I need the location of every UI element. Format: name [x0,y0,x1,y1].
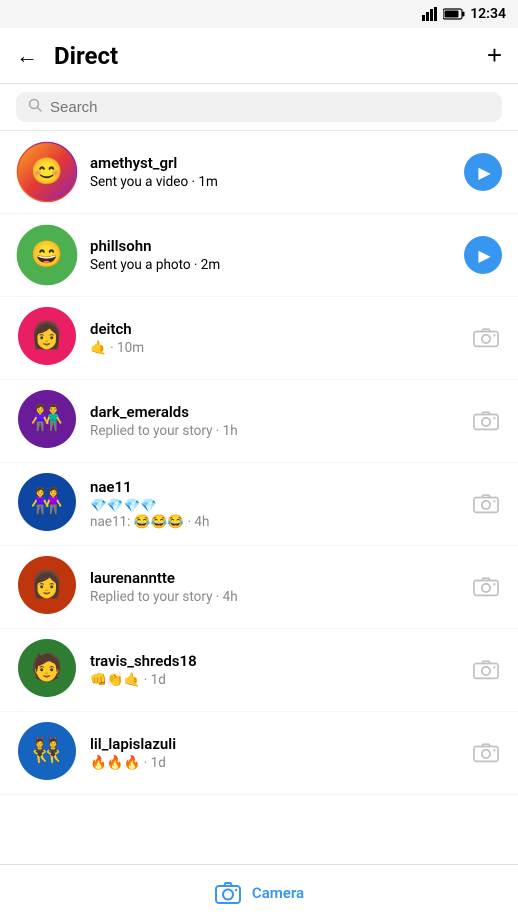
message-username: phillsohn [90,237,464,255]
camera-icon [473,408,499,434]
message-preview: 👊👏🤙 · 1d [90,672,470,688]
message-content: travis_shreds18 👊👏🤙 · 1d [90,652,470,688]
search-bar [0,84,518,131]
avatar: 👫 [18,390,76,448]
avatar: 🧑 [18,639,76,697]
search-wrapper [16,92,502,122]
avatar-wrapper: 👫 [16,390,78,452]
signal-icon [422,7,438,21]
message-preview-line1: 💎💎💎💎 [90,498,470,514]
list-item[interactable]: 👯 lil_lapislazuli 🔥🔥🔥 · 1d [0,712,518,795]
avatar-wrapper: 😊 [16,141,78,203]
header: ← Direct + [0,28,518,84]
new-message-button[interactable]: + [487,40,502,71]
camera-icon [473,657,499,683]
camera-button[interactable] [470,571,502,603]
search-input[interactable] [50,99,490,116]
avatar: 😄 [18,226,76,284]
avatar-wrapper: 👩 [16,307,78,369]
camera-icon [473,574,499,600]
message-preview: Sent you a video · 1m [90,174,464,190]
message-username: amethyst_grl [90,154,464,172]
list-item[interactable]: 😊 amethyst_grl Sent you a video · 1m ▶ [0,131,518,214]
status-bar: 12:34 [0,0,518,28]
back-button[interactable]: ← [16,43,38,69]
message-username: lil_lapislazuli [90,735,470,753]
list-item[interactable]: 👫 dark_emeralds Replied to your story · … [0,380,518,463]
status-time: 12:34 [470,6,506,22]
battery-icon [443,8,465,20]
avatar: 👩 [18,307,76,365]
camera-icon [473,325,499,351]
avatar-wrapper: 🧑 [16,639,78,701]
play-button[interactable]: ▶ [464,236,502,274]
message-preview: Replied to your story · 4h [90,589,470,605]
avatar-wrapper: 👯 [16,722,78,784]
avatar: 👯 [18,722,76,780]
message-username: deitch [90,320,470,338]
message-preview: Sent you a photo · 2m [90,257,464,273]
avatar-wrapper: 👭 [16,473,78,535]
message-content: phillsohn Sent you a photo · 2m [90,237,464,273]
avatar-wrapper: 👩 [16,556,78,618]
message-list: 😊 amethyst_grl Sent you a video · 1m ▶ 😄… [0,131,518,795]
message-preview: 🤙 · 10m [90,340,470,356]
camera-button[interactable] [470,654,502,686]
message-username: dark_emeralds [90,403,470,421]
header-left: ← Direct [16,42,118,70]
list-item[interactable]: 👭 nae11 💎💎💎💎 nae11: 😂😂😂 · 4h [0,463,518,546]
list-item[interactable]: 🧑 travis_shreds18 👊👏🤙 · 1d [0,629,518,712]
message-content: nae11 💎💎💎💎 nae11: 😂😂😂 · 4h [90,478,470,530]
camera-button[interactable] [470,322,502,354]
message-username: travis_shreds18 [90,652,470,670]
camera-button[interactable] [470,737,502,769]
message-username: nae11 [90,478,470,496]
message-content: amethyst_grl Sent you a video · 1m [90,154,464,190]
status-icons: 12:34 [422,6,506,22]
camera-icon [473,491,499,517]
avatar: 😊 [18,143,76,201]
message-content: lil_lapislazuli 🔥🔥🔥 · 1d [90,735,470,771]
message-content: dark_emeralds Replied to your story · 1h [90,403,470,439]
avatar-wrapper: 😄 [16,224,78,286]
list-item[interactable]: 👩 deitch 🤙 · 10m [0,297,518,380]
camera-icon [473,740,499,766]
message-preview: 🔥🔥🔥 · 1d [90,755,470,771]
search-icon [28,98,42,116]
camera-button[interactable] [470,488,502,520]
avatar: 👭 [18,473,76,531]
page-title: Direct [54,42,118,70]
message-username: laurenanntte [90,569,470,587]
play-icon: ▶ [478,163,490,182]
camera-label: Camera [252,884,304,902]
play-button[interactable]: ▶ [464,153,502,191]
bottom-bar[interactable]: Camera [0,864,518,920]
camera-button[interactable] [470,405,502,437]
list-item[interactable]: 😄 phillsohn Sent you a photo · 2m ▶ [0,214,518,297]
list-item[interactable]: 👩 laurenanntte Replied to your story · 4… [0,546,518,629]
message-content: deitch 🤙 · 10m [90,320,470,356]
avatar: 👩 [18,556,76,614]
camera-icon [214,879,242,907]
message-content: laurenanntte Replied to your story · 4h [90,569,470,605]
message-preview: Replied to your story · 1h [90,423,470,439]
play-icon: ▶ [478,246,490,265]
message-preview-line2: nae11: 😂😂😂 · 4h [90,514,470,530]
